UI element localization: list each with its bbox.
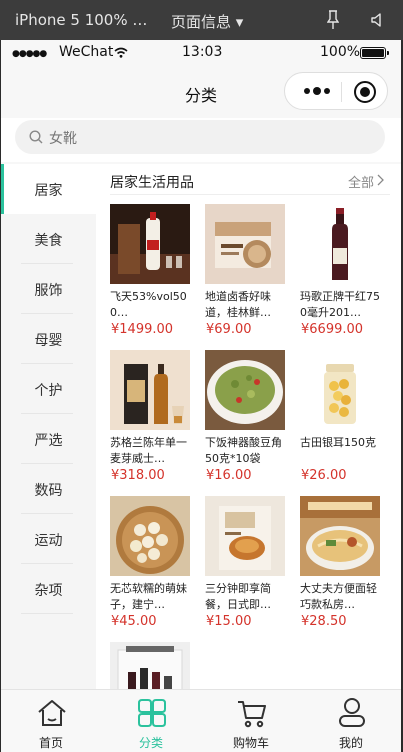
product-name: 苏格兰陈年单一麦芽威士… bbox=[110, 436, 187, 465]
search-icon bbox=[29, 130, 43, 144]
sidebar-item-misc[interactable]: 杂项 bbox=[1, 564, 96, 614]
profile-icon bbox=[339, 698, 365, 727]
tab-profile[interactable]: 我的 bbox=[301, 690, 401, 752]
divider bbox=[21, 613, 73, 614]
product-card[interactable]: 下饭神器酸豆角50克*10袋 ¥16.00 bbox=[205, 350, 287, 490]
product-card[interactable]: 地道卤香好味道，桂林鲜… ¥69.00 bbox=[205, 204, 287, 344]
category-sidebar: 居家 美食 服饰 母婴 个护 严选 数码 运动 杂项 bbox=[1, 164, 96, 689]
product-card[interactable]: 无芯软糯的萌妹子，建宁… ¥45.00 bbox=[110, 496, 192, 636]
sidebar-item-label: 美食 bbox=[34, 233, 63, 249]
product-price: ¥26.00 bbox=[301, 468, 347, 483]
sidebar-item-label: 运动 bbox=[34, 533, 63, 549]
sound-icon[interactable] bbox=[370, 12, 386, 28]
product-image-ramen[interactable] bbox=[300, 496, 380, 576]
product-price: ¥15.00 bbox=[206, 614, 252, 629]
device-selector[interactable]: iPhone 5 100% … bbox=[15, 11, 147, 29]
view-all-link[interactable]: 全部 bbox=[348, 172, 374, 191]
navigation-bar: 分类 bbox=[1, 66, 401, 118]
sidebar-item-baby[interactable]: 母婴 bbox=[1, 314, 96, 364]
search-placeholder: 女靴 bbox=[49, 131, 77, 147]
product-card[interactable] bbox=[110, 642, 192, 689]
clock: 13:03 bbox=[182, 44, 223, 60]
page-info-menu[interactable]: 页面信息 ▾ bbox=[171, 11, 243, 32]
capsule-divider bbox=[341, 82, 342, 102]
product-name: 飞天53%vol500… bbox=[110, 290, 187, 319]
product-name: 古田银耳150克 bbox=[300, 436, 376, 449]
product-image-lotus-seeds[interactable] bbox=[110, 496, 190, 576]
product-name: 无芯软糯的萌妹子，建宁… bbox=[110, 582, 187, 611]
pin-icon[interactable] bbox=[327, 10, 339, 30]
product-price: ¥6699.00 bbox=[301, 322, 364, 337]
product-image-moutai[interactable] bbox=[110, 204, 190, 284]
category-content: 居家生活用品 全部 飞天53%vol500… ¥1499.00 地道卤香好味道，… bbox=[96, 164, 401, 689]
product-name: 下饭神器酸豆角50克*10袋 bbox=[205, 436, 282, 465]
tab-label: 分类 bbox=[138, 736, 163, 750]
category-icon bbox=[138, 699, 166, 727]
search-bar: 女靴 bbox=[1, 118, 401, 162]
status-bar: ●●●●● WeChat 13:03 100% bbox=[1, 40, 401, 66]
product-card[interactable]: 苏格兰陈年单一麦芽威士… ¥318.00 bbox=[110, 350, 192, 490]
sidebar-item-sports[interactable]: 运动 bbox=[1, 514, 96, 564]
signal-icon: ●●●●● bbox=[12, 49, 47, 59]
product-name: 三分钟即享简餐，日式即… bbox=[205, 582, 271, 611]
product-card[interactable]: 大丈夫方便面轻巧款私房… ¥28.50 bbox=[300, 496, 382, 636]
sidebar-item-label: 母婴 bbox=[34, 333, 63, 349]
sidebar-item-label: 服饰 bbox=[34, 283, 63, 299]
product-price: ¥16.00 bbox=[206, 468, 252, 483]
tab-category[interactable]: 分类 bbox=[101, 690, 201, 752]
product-name: 玛歌正牌干红750毫升201… bbox=[300, 290, 380, 319]
sidebar-item-label: 居家 bbox=[34, 183, 63, 199]
carrier-label: WeChat bbox=[59, 44, 114, 60]
sidebar-item-digital[interactable]: 数码 bbox=[1, 464, 96, 514]
sidebar-item-label: 个护 bbox=[34, 383, 63, 399]
product-image-wine[interactable] bbox=[300, 204, 380, 284]
bottom-tab-bar: 首页 分类 购物车 我的 bbox=[1, 689, 401, 752]
section-divider bbox=[110, 194, 390, 195]
product-price: ¥45.00 bbox=[111, 614, 157, 629]
product-name: 大丈夫方便面轻巧款私房… bbox=[300, 582, 377, 611]
product-price: ¥318.00 bbox=[111, 468, 165, 483]
close-miniprogram-icon[interactable] bbox=[354, 81, 376, 103]
sidebar-item-label: 杂项 bbox=[34, 583, 63, 599]
tab-label: 购物车 bbox=[232, 736, 269, 750]
product-image-instant-meal[interactable] bbox=[205, 496, 285, 576]
tab-label: 首页 bbox=[38, 736, 63, 750]
product-image-white-fungus[interactable] bbox=[300, 350, 380, 430]
product-image-whisky[interactable] bbox=[110, 350, 190, 430]
product-image-pickled-beans[interactable] bbox=[205, 350, 285, 430]
product-price: ¥28.50 bbox=[301, 614, 347, 629]
product-image-wine-gift-box[interactable] bbox=[110, 642, 190, 689]
phone-screen: ●●●●● WeChat 13:03 100% 分类 女靴 居家 美食 服饰 母… bbox=[1, 40, 401, 752]
product-price: ¥69.00 bbox=[206, 322, 252, 337]
product-price: ¥1499.00 bbox=[111, 322, 174, 337]
sidebar-item-selected[interactable]: 严选 bbox=[1, 414, 96, 464]
search-input[interactable]: 女靴 bbox=[15, 120, 385, 154]
product-name: 地道卤香好味道，桂林鲜… bbox=[205, 290, 271, 319]
battery-icon bbox=[360, 47, 389, 59]
more-icon[interactable] bbox=[302, 84, 332, 98]
tab-label: 我的 bbox=[338, 736, 363, 750]
miniprogram-capsule bbox=[284, 72, 388, 110]
chevron-right-icon[interactable] bbox=[376, 174, 384, 186]
tab-cart[interactable]: 购物车 bbox=[201, 690, 301, 752]
sidebar-item-label: 数码 bbox=[34, 483, 63, 499]
tab-home[interactable]: 首页 bbox=[1, 690, 101, 752]
sidebar-item-label: 严选 bbox=[34, 433, 63, 449]
product-image-noodle-box[interactable] bbox=[205, 204, 285, 284]
cart-icon bbox=[238, 701, 266, 728]
battery-percent: 100% bbox=[320, 44, 361, 60]
product-card[interactable]: 三分钟即享简餐，日式即… ¥15.00 bbox=[205, 496, 287, 636]
devtools-bar: iPhone 5 100% … 页面信息 ▾ bbox=[0, 0, 403, 40]
sidebar-item-apparel[interactable]: 服饰 bbox=[1, 264, 96, 314]
product-card[interactable]: 飞天53%vol500… ¥1499.00 bbox=[110, 204, 192, 344]
home-icon bbox=[38, 700, 66, 726]
section-title: 居家生活用品 bbox=[110, 175, 194, 191]
sidebar-item-food[interactable]: 美食 bbox=[1, 214, 96, 264]
sidebar-item-personal-care[interactable]: 个护 bbox=[1, 364, 96, 414]
wifi-icon bbox=[114, 47, 128, 58]
sidebar-item-home[interactable]: 居家 bbox=[1, 164, 96, 214]
product-card[interactable]: 玛歌正牌干红750毫升201… ¥6699.00 bbox=[300, 204, 382, 344]
product-card[interactable]: 古田银耳150克 ¥26.00 bbox=[300, 350, 382, 490]
